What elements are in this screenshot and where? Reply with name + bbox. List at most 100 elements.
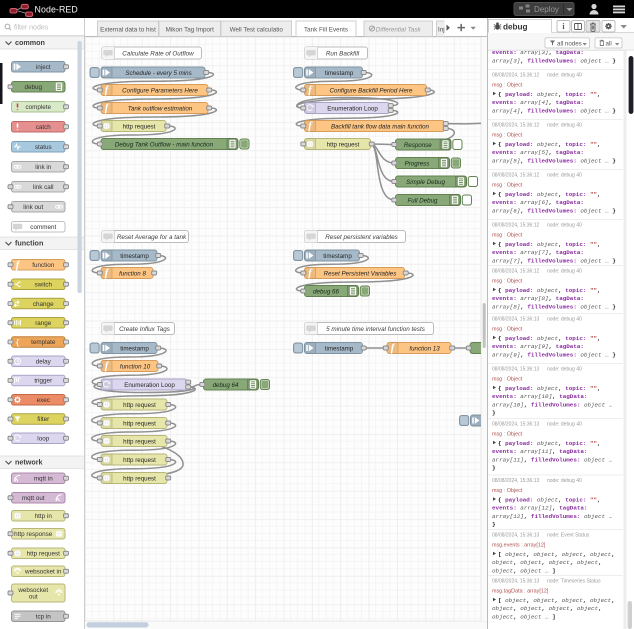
svg-text:timestamp: timestamp (120, 253, 149, 260)
svg-text:array[4], filledVolumes: objec: array[4], filledVolumes: object … } (492, 107, 616, 114)
svg-text:Differential Task: Differential Task (376, 27, 422, 34)
svg-text:08/08/2024, 15:36:13: 08/08/2024, 15:36:13 (492, 579, 539, 585)
svg-text:http request: http request (123, 123, 156, 130)
svg-text:Full Debug: Full Debug (408, 197, 438, 204)
svg-text:object, object … ]: object, object … ] (492, 613, 556, 620)
svg-text:template: template (31, 339, 56, 346)
svg-text:Run Backfill: Run Backfill (326, 50, 360, 57)
svg-text:Simple Debug: Simple Debug (406, 179, 445, 186)
svg-text:switch: switch (35, 281, 53, 288)
svg-text:Reset persistent variables: Reset persistent variables (325, 234, 398, 241)
svg-text:debug 66: debug 66 (313, 288, 339, 295)
svg-text:http request: http request (123, 475, 156, 482)
svg-text:node: debug 40: node: debug 40 (547, 478, 582, 484)
svg-text:Well Test calculatio: Well Test calculatio (230, 27, 284, 34)
svg-text:timestamp: timestamp (325, 345, 354, 352)
svg-text:{ payload: object, topic: "",: { payload: object, topic: "", (498, 141, 601, 148)
svg-text:msg : Object: msg : Object (492, 133, 523, 139)
svg-text:Response: Response (404, 142, 432, 149)
svg-text:inject: inject (36, 64, 51, 71)
svg-text:complete: complete (25, 104, 51, 111)
svg-text:function: function (15, 239, 43, 248)
svg-text:Debug Tank Outflow - main func: Debug Tank Outflow - main function (115, 141, 214, 148)
svg-text:Backfill tank flow data main f: Backfill tank flow data main function (331, 123, 430, 130)
svg-text:mqtt out: mqtt out (22, 495, 45, 502)
svg-text:debug: debug (24, 84, 42, 91)
svg-text:node: debug 40: node: debug 40 (547, 269, 582, 275)
svg-text:array[12], filledVolumes: obje: array[12], filledVolumes: object … (492, 513, 613, 520)
svg-text:[ object, object, object, obje: [ object, object, object, object, (498, 551, 615, 558)
svg-text:out: out (29, 594, 38, 601)
svg-text:node: debug 40: node: debug 40 (547, 317, 582, 323)
svg-text:08/08/2024, 15:36:12: 08/08/2024, 15:36:12 (492, 73, 539, 79)
svg-text:loop: loop (37, 435, 49, 442)
svg-text:Schedule - every 5 mins: Schedule - every 5 mins (125, 70, 191, 77)
svg-text:link in: link in (35, 164, 52, 171)
svg-text:http request: http request (123, 402, 156, 409)
svg-text:08/08/2024, 15:36:12: 08/08/2024, 15:36:12 (492, 269, 539, 275)
svg-text:08/08/2024, 15:36:13: 08/08/2024, 15:36:13 (492, 422, 539, 428)
svg-text:msg : Object: msg : Object (492, 279, 523, 285)
svg-text:filter: filter (37, 416, 49, 423)
svg-text:{ payload: object, topic: "",: { payload: object, topic: "", (498, 335, 601, 342)
svg-text:Calculate Rate of Outflow: Calculate Rate of Outflow (122, 50, 194, 57)
svg-text:08/08/2024, 15:36:13: 08/08/2024, 15:36:13 (492, 367, 539, 373)
svg-text:catch: catch (36, 124, 52, 131)
svg-text:node: Timeseries Status: node: Timeseries Status (547, 579, 601, 585)
svg-text:tcp in: tcp in (36, 613, 52, 620)
svg-text:debug: debug (503, 22, 528, 31)
svg-text:object, object … ]: object, object … ] (492, 567, 556, 574)
svg-text:{ payload: object, topic: "",: { payload: object, topic: "", (498, 496, 601, 503)
svg-text:function: function (32, 262, 55, 269)
svg-text:array[11], filledVolumes: obje: array[11], filledVolumes: object … (492, 456, 613, 463)
svg-text:08/08/2024, 15:36:13: 08/08/2024, 15:36:13 (492, 478, 539, 484)
svg-text:node: debug 40: node: debug 40 (547, 173, 582, 179)
svg-text:node: Event Status: node: Event Status (547, 533, 590, 539)
svg-text:events: array[11], tagData:: events: array[11], tagData: (492, 448, 587, 455)
svg-text:{ payload: object, topic: "",: { payload: object, topic: "", (498, 385, 601, 392)
svg-text:{ payload: object, topic: "",: { payload: object, topic: "", (498, 440, 601, 447)
svg-text:msg : Object: msg : Object (492, 377, 523, 383)
svg-text:{ payload: object, topic: "",: { payload: object, topic: "", (498, 287, 601, 294)
svg-text:Deploy: Deploy (534, 5, 559, 14)
svg-text:function 10: function 10 (120, 363, 151, 370)
svg-text:change: change (33, 301, 54, 308)
svg-text:08/08/2024, 15:36:12: 08/08/2024, 15:36:12 (492, 123, 539, 129)
svg-text:http in: http in (35, 513, 53, 520)
svg-text:msg : Object: msg : Object (492, 83, 523, 89)
svg-text:08/08/2024, 15:36:12: 08/08/2024, 15:36:12 (492, 223, 539, 229)
svg-text:http request: http request (123, 420, 156, 427)
svg-text:object, object, object, object: object, object, object, object, (492, 559, 602, 566)
svg-text:events: array[9], tagData:: events: array[9], tagData: (492, 343, 584, 350)
svg-text:http request: http request (123, 457, 156, 464)
svg-text:node: debug 40: node: debug 40 (547, 223, 582, 229)
svg-text:array[7], filledVolumes: objec: array[7], filledVolumes: object … } (492, 257, 616, 264)
svg-text:events: array[10], tagData:: events: array[10], tagData: (492, 393, 587, 400)
svg-text:msg.tagData : array[12]: msg.tagData : array[12] (492, 589, 549, 595)
svg-text:node: debug 40: node: debug 40 (547, 367, 582, 373)
svg-text:array[9], filledVolumes: objec: array[9], filledVolumes: object … } (492, 351, 616, 358)
svg-text:}: } (492, 465, 496, 472)
svg-text:all nodes: all nodes (557, 40, 582, 47)
svg-text:Mikon Tag Import: Mikon Tag Import (166, 27, 214, 34)
svg-text:debug 64: debug 64 (213, 382, 239, 389)
svg-text:External data to hist: External data to hist (100, 27, 156, 34)
svg-text:}: } (492, 521, 496, 528)
svg-text:function 8: function 8 (119, 270, 146, 277)
svg-text:array[10], filledVolumes: obje: array[10], filledVolumes: object … (492, 401, 613, 408)
svg-text:http response: http response (14, 531, 53, 538)
svg-text:5 minute time interval functio: 5 minute time interval function tests (326, 326, 426, 333)
svg-text:{ payload: object, topic: "",: { payload: object, topic: "", (498, 241, 601, 248)
svg-text:link out: link out (23, 204, 43, 211)
svg-text:{ payload: object, topic: "",: { payload: object, topic: "", (498, 91, 601, 98)
svg-text:http request: http request (123, 438, 156, 445)
svg-text:msg.events : array[12]: msg.events : array[12] (492, 543, 546, 549)
svg-text:filter nodes: filter nodes (14, 24, 49, 31)
svg-text:}: } (492, 410, 496, 417)
svg-text:node: debug 40: node: debug 40 (547, 123, 582, 129)
svg-text:08/08/2024, 15:36:13: 08/08/2024, 15:36:13 (492, 317, 539, 323)
svg-text:function 13: function 13 (409, 345, 440, 352)
svg-text:Node-RED: Node-RED (35, 4, 78, 14)
svg-text:events: array[5], tagData:: events: array[5], tagData: (492, 149, 584, 156)
svg-text:array[8], filledVolumes: objec: array[8], filledVolumes: object … } (492, 303, 616, 310)
